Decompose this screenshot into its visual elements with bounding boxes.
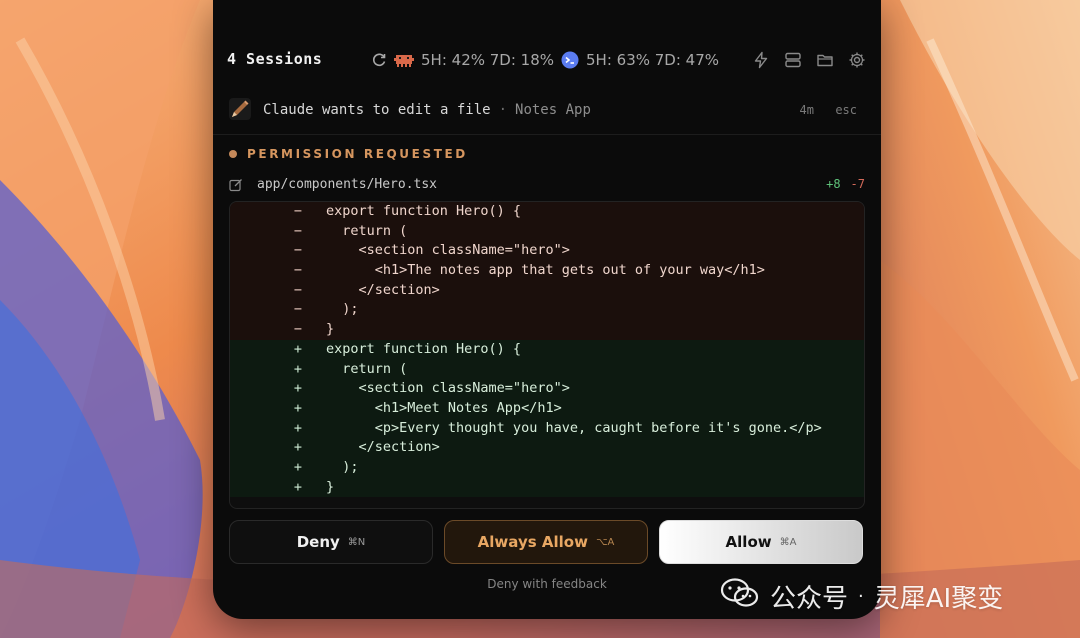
diff-sign: + <box>293 399 303 416</box>
pencil-avatar-icon <box>229 98 251 120</box>
notification-row[interactable]: Claude wants to edit a file · Notes App 4m… <box>213 94 881 128</box>
edit-file-icon <box>229 177 243 196</box>
notification-app: Notes App <box>515 102 591 118</box>
permission-header: PERMISSION REQUESTED <box>229 147 468 161</box>
diff-code: <p>Every thought you have, caught before… <box>326 419 822 436</box>
status-dot <box>229 150 237 158</box>
diff-line-added: + <section className="hero"> <box>230 379 864 399</box>
always-allow-button[interactable]: Always Allow ⌥A <box>444 520 648 564</box>
allow-shortcut: ⌘A <box>779 536 797 548</box>
esc-dismiss[interactable]: esc <box>835 103 857 117</box>
folder-icon[interactable] <box>815 50 835 70</box>
diff-sign: − <box>293 281 303 298</box>
codex-agent-icon <box>560 50 580 70</box>
notification-separator: · <box>498 102 508 118</box>
diff-code: } <box>326 321 335 338</box>
file-path[interactable]: app/components/Hero.tsx <box>257 177 437 192</box>
diff-sign: + <box>293 380 303 397</box>
allow-label: Allow <box>725 533 772 551</box>
wechat-icon <box>720 577 760 616</box>
notification-time: 4m <box>799 103 814 117</box>
diff-sign: − <box>293 222 303 239</box>
always-allow-label: Always Allow <box>477 533 588 551</box>
diff-sign: + <box>293 419 303 436</box>
sessions-count[interactable]: 4 Sessions <box>227 50 322 68</box>
diff-line-added: +} <box>230 477 864 498</box>
diff-sign: + <box>293 458 303 475</box>
diff-code: } <box>326 478 335 495</box>
notch-panel: 4 Sessions 5H: 42% 7D: 18% 5H: 63% 7D: 4… <box>213 0 881 619</box>
file-row: app/components/Hero.tsx +8 -7 <box>229 175 865 195</box>
diff-line-added: + ); <box>230 457 864 478</box>
diff-sign: + <box>293 360 303 377</box>
diff-line-removed: − export function Hero() { <box>230 202 864 222</box>
diff-line-added: + </section> <box>230 438 864 458</box>
diff-view[interactable]: − export function Hero() {− return (− <se… <box>229 201 865 509</box>
action-buttons: Deny ⌘N Always Allow ⌥A Allow ⌘A <box>229 520 863 564</box>
divider <box>213 134 881 135</box>
diff-line-added: + <h1>Meet Notes App</h1> <box>230 398 864 419</box>
diff-code: return ( <box>326 222 408 239</box>
diff-line-added: + export function Hero() { <box>230 339 864 360</box>
diff-sign: − <box>293 321 303 338</box>
additions-count: +8 <box>826 177 841 191</box>
notification-message: Claude wants to edit a file · Notes App <box>263 102 591 118</box>
bolt-icon[interactable] <box>751 50 771 70</box>
diff-code: <h1>The notes app that gets out of your … <box>326 262 765 279</box>
diff-code: <section className="hero"> <box>326 242 570 259</box>
deny-shortcut: ⌘N <box>347 536 366 548</box>
diff-line-added: + <p>Every thought you have, caught befo… <box>230 418 864 439</box>
notification-text: Claude wants to edit a file <box>263 102 491 118</box>
diff-code: ); <box>326 301 359 318</box>
diff-code: <h1>Meet Notes App</h1> <box>326 399 562 416</box>
diff-sign: + <box>293 478 303 495</box>
diff-code: </section> <box>326 439 440 456</box>
always-allow-shortcut: ⌥A <box>595 536 615 548</box>
diff-code: </section> <box>326 281 440 298</box>
deny-button[interactable]: Deny ⌘N <box>229 520 433 564</box>
deletions-count: -7 <box>850 177 865 191</box>
watermark-text-b: 灵犀AI聚变 <box>873 584 1004 614</box>
allow-button[interactable]: Allow ⌘A <box>659 520 863 564</box>
diff-line-removed: − ); <box>230 300 864 321</box>
diff-line-removed: − </section> <box>230 280 864 301</box>
diff-line-removed: − <section className="hero"> <box>230 241 864 262</box>
header-toolbar <box>751 50 867 70</box>
diff-stats: +8 -7 <box>826 177 865 191</box>
diff-code: <section className="hero"> <box>326 380 570 397</box>
diff-code: export function Hero() { <box>326 203 522 219</box>
diff-sign: − <box>293 242 303 259</box>
diff-sign: − <box>293 301 303 318</box>
diff-sign: + <box>293 340 303 357</box>
gear-icon[interactable] <box>847 50 867 70</box>
wechat-watermark: 公众号 · 灵犀AI聚变 <box>720 577 1003 616</box>
diff-sign: − <box>293 203 303 219</box>
diff-line-added: + return ( <box>230 359 864 380</box>
usage-codex: 5H: 63% 7D: 47% <box>586 51 720 69</box>
diff-code: ); <box>326 458 359 475</box>
stack-icon[interactable] <box>783 50 803 70</box>
watermark-text-a: 公众号 <box>770 584 849 614</box>
permission-title: PERMISSION REQUESTED <box>247 147 468 161</box>
diff-line-removed: −} <box>230 320 864 340</box>
usage-claude: 5H: 42% 7D: 18% <box>421 51 555 69</box>
diff-line-removed: − return ( <box>230 221 864 242</box>
claude-agent-icon <box>393 52 415 68</box>
diff-code: export function Hero() { <box>326 340 522 357</box>
usage-stats: 5H: 42% 7D: 18% 5H: 63% 7D: 47% <box>371 50 719 70</box>
watermark-separator: · <box>858 586 864 607</box>
panel-header: 4 Sessions 5H: 42% 7D: 18% 5H: 63% 7D: 4… <box>213 40 881 80</box>
diff-line-removed: − <h1>The notes app that gets out of you… <box>230 261 864 281</box>
deny-label: Deny <box>296 533 340 551</box>
diff-sign: − <box>293 262 303 279</box>
refresh-icon[interactable] <box>371 52 387 68</box>
diff-code: return ( <box>326 360 408 377</box>
diff-sign: + <box>293 439 303 456</box>
